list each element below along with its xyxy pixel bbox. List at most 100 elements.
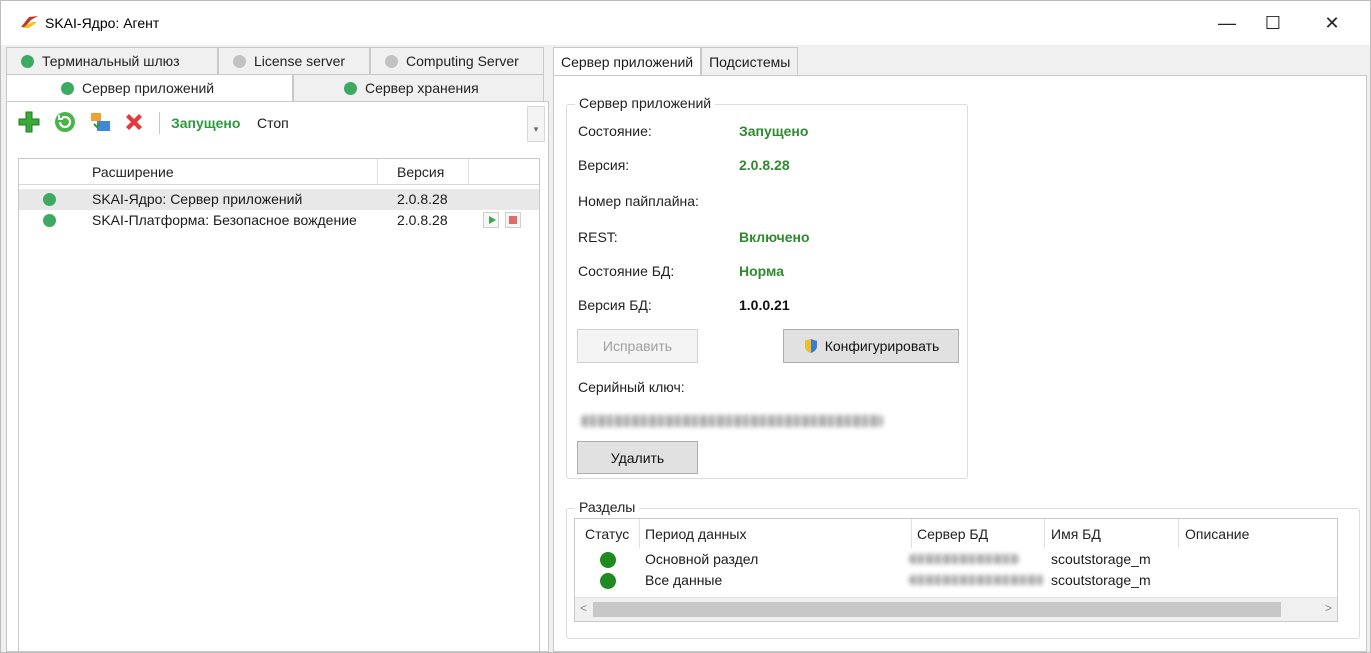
version-value: 2.0.8.28 (739, 157, 790, 173)
app-logo-icon (21, 16, 38, 28)
details-tabs: Сервер приложений Подсистемы (553, 47, 799, 76)
column-header-extension[interactable]: Расширение (92, 159, 174, 185)
table-row[interactable]: SKAI-Платформа: Безопасное вождение 2.0.… (19, 210, 539, 231)
configure-button-label: Конфигурировать (824, 338, 940, 354)
status-green-icon (21, 54, 34, 68)
column-separator (468, 159, 469, 185)
state-value: Запущено (739, 123, 809, 139)
column-header-version[interactable]: Версия (397, 159, 444, 185)
status-gray-icon (233, 54, 246, 68)
scroll-left-icon[interactable]: < (580, 601, 587, 615)
grid-header: Расширение Версия (19, 159, 539, 185)
add-icon[interactable] (17, 110, 41, 134)
stop-button[interactable]: Стоп (257, 115, 289, 131)
tab-label: Сервер хранения (365, 80, 479, 96)
app-window: SKAI-Ядро: Агент — ☐ ✕ Терминальный шлюз… (0, 0, 1371, 653)
refresh-icon[interactable] (53, 110, 77, 134)
service-tabs-row2: Сервер приложений Сервер хранения (6, 74, 544, 101)
table-row[interactable]: Основной раздел scoutstorage_m (575, 550, 1337, 571)
title-bar: SKAI-Ядро: Агент — ☐ ✕ (1, 1, 1370, 45)
tab-computing-server[interactable]: Computing Server (370, 47, 544, 74)
stop-icon[interactable] (505, 212, 521, 228)
period-cell: Основной раздел (645, 551, 759, 567)
tab-subsystems[interactable]: Подсистемы (701, 47, 799, 75)
scroll-right-icon[interactable]: > (1325, 601, 1332, 615)
db-version-label: Версия БД: (578, 297, 652, 313)
status-green-icon (344, 81, 357, 95)
db-server-redacted (909, 554, 1019, 564)
extension-version: 2.0.8.28 (397, 212, 448, 228)
status-green-icon (61, 81, 74, 95)
column-header-status[interactable]: Статус (585, 519, 629, 548)
update-icon[interactable] (89, 110, 113, 134)
column-separator (1178, 519, 1179, 548)
tab-terminal-gateway[interactable]: Терминальный шлюз (6, 47, 218, 74)
tab-label: Computing Server (406, 53, 519, 69)
db-state-label: Состояние БД: (578, 263, 675, 279)
close-button[interactable]: ✕ (1309, 1, 1355, 45)
db-state-value: Норма (739, 263, 784, 279)
horizontal-scrollbar[interactable]: < > (575, 597, 1337, 621)
state-label: Состояние: (578, 123, 652, 139)
db-server-redacted (909, 575, 1044, 585)
extension-name: SKAI-Платформа: Безопасное вождение (92, 212, 357, 228)
tab-app-server-details[interactable]: Сервер приложений (553, 47, 702, 76)
db-name-cell: scoutstorage_m (1051, 551, 1151, 567)
configure-button[interactable]: Конфигурировать (783, 329, 959, 363)
status-green-icon (600, 552, 616, 568)
status-gray-icon (385, 54, 398, 68)
period-cell: Все данные (645, 572, 723, 588)
status-green-icon (43, 214, 56, 227)
status-green-icon (43, 193, 56, 206)
details-content: Сервер приложений Состояние: Запущено Ве… (553, 75, 1367, 652)
partitions-table: Статус Период данных Сервер БД Имя БД Оп… (574, 518, 1338, 622)
pipeline-label: Номер пайплайна: (578, 193, 699, 209)
db-name-cell: scoutstorage_m (1051, 572, 1151, 588)
column-header-db-server[interactable]: Сервер БД (917, 519, 988, 548)
column-separator (1044, 519, 1045, 548)
service-tabs-row1: Терминальный шлюз License server Computi… (6, 47, 544, 74)
service-status: Запущено (171, 115, 241, 131)
toolbar-separator (159, 112, 160, 134)
window-title: SKAI-Ядро: Агент (45, 15, 160, 31)
tab-storage-server[interactable]: Сервер хранения (293, 74, 544, 101)
column-separator (639, 519, 640, 548)
column-header-period[interactable]: Период данных (645, 519, 746, 548)
table-row[interactable]: Все данные scoutstorage_m (575, 571, 1337, 592)
version-label: Версия: (578, 157, 630, 173)
fix-button[interactable]: Исправить (577, 329, 698, 363)
scrollbar-thumb[interactable] (593, 602, 1281, 617)
serial-key-label: Серийный ключ: (578, 379, 685, 395)
db-version-value: 1.0.0.21 (739, 297, 790, 313)
toolbar-overflow-button[interactable]: ▾ (527, 106, 545, 142)
serial-key-redacted (581, 415, 883, 427)
column-header-description[interactable]: Описание (1185, 519, 1249, 548)
minimize-button[interactable]: — (1204, 1, 1250, 45)
tab-license-server[interactable]: License server (218, 47, 370, 74)
groupbox-title: Разделы (575, 499, 640, 515)
tab-app-server[interactable]: Сервер приложений (6, 74, 293, 101)
play-icon[interactable] (483, 212, 499, 228)
column-separator (377, 159, 378, 185)
tab-label: Сервер приложений (82, 80, 215, 96)
maximize-button[interactable]: ☐ (1250, 1, 1296, 45)
column-header-db-name[interactable]: Имя БД (1051, 519, 1101, 548)
left-panel: Терминальный шлюз License server Computi… (6, 47, 549, 652)
delete-icon[interactable] (122, 110, 146, 134)
rest-label: REST: (578, 229, 618, 245)
column-separator (911, 519, 912, 548)
tab-label: Терминальный шлюз (42, 53, 180, 69)
app-server-tab-content: Запущено Стоп ▾ Расширение Версия SKAI-Я… (6, 101, 549, 652)
app-server-groupbox: Сервер приложений Состояние: Запущено Ве… (566, 95, 968, 479)
extension-version: 2.0.8.28 (397, 191, 448, 207)
status-green-icon (600, 573, 616, 589)
rest-value: Включено (739, 229, 810, 245)
table-row[interactable]: SKAI-Ядро: Сервер приложений 2.0.8.28 (19, 189, 539, 210)
delete-button[interactable]: Удалить (577, 441, 698, 474)
toolbar: Запущено Стоп ▾ (7, 102, 548, 144)
extensions-grid: Расширение Версия SKAI-Ядро: Сервер прил… (18, 158, 540, 652)
groupbox-title: Сервер приложений (575, 95, 716, 111)
right-panel: Сервер приложений Подсистемы Сервер прил… (553, 47, 1367, 652)
tab-label: License server (254, 53, 346, 69)
uac-shield-icon (804, 339, 817, 353)
